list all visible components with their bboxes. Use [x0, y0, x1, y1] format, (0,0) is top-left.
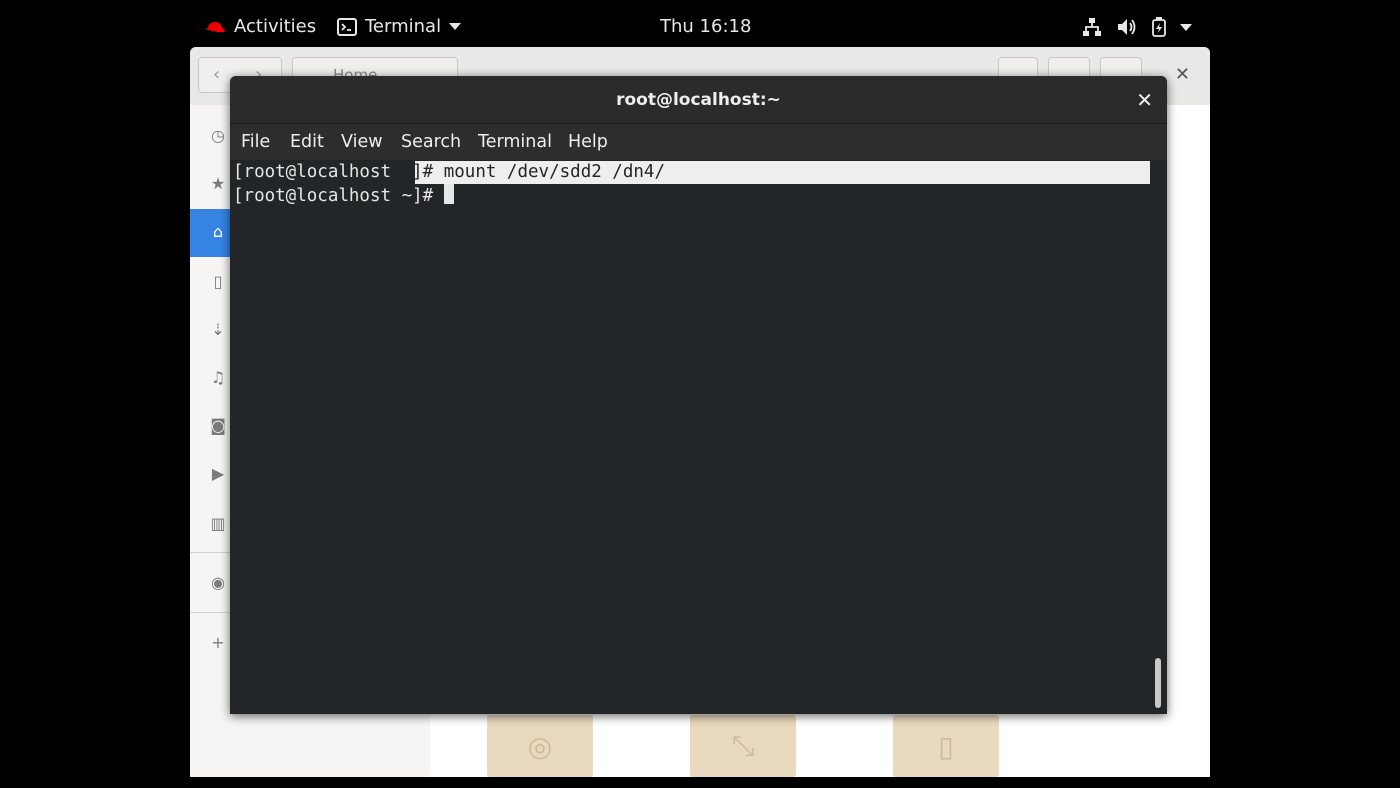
pictures-icon[interactable]: ◙ [208, 415, 228, 435]
window-title: root@localhost:~ [616, 90, 781, 110]
redhat-logo-icon [205, 21, 225, 32]
downloads-icon[interactable]: ⇣ [208, 319, 228, 339]
clock[interactable]: Thu 16:18 [660, 16, 751, 37]
terminal-window[interactable]: root@localhost:~ ✕ File Edit View Search… [230, 76, 1167, 714]
terminal-titlebar[interactable]: root@localhost:~ ✕ [230, 76, 1167, 124]
videos-icon[interactable]: ▶ [208, 463, 228, 483]
sidebar-divider [190, 552, 230, 553]
selected-text: ~]# mount /dev/sdd2 /dn4/ [401, 162, 665, 182]
music-icon[interactable]: ♫ [208, 367, 228, 387]
menu-help[interactable]: Help [568, 132, 608, 152]
close-icon[interactable]: ✕ [1175, 64, 1190, 85]
system-menu[interactable] [1082, 17, 1192, 37]
home-icon[interactable]: ⌂ [208, 221, 228, 241]
menu-terminal[interactable]: Terminal [478, 132, 552, 152]
terminal-app-icon [337, 17, 357, 36]
documents-icon[interactable]: ▯ [208, 271, 228, 291]
menu-edit[interactable]: Edit [290, 132, 324, 152]
activities-label: Activities [234, 16, 317, 37]
close-icon[interactable]: ✕ [1136, 88, 1153, 112]
disc-icon[interactable]: ◉ [208, 572, 228, 592]
menu-file[interactable]: File [241, 132, 270, 152]
activities-button[interactable]: Activities [204, 16, 316, 37]
system-menu-caret-icon [1180, 23, 1192, 31]
starred-icon[interactable]: ★ [208, 173, 228, 193]
menu-view[interactable]: View [341, 132, 383, 152]
app-menu-label: Terminal [365, 16, 442, 37]
trash-icon[interactable]: ▥ [208, 513, 228, 533]
terminal-line: [root@localhost ~]# mount /dev/sdd2 /dn4… [233, 161, 665, 184]
chevron-down-icon [449, 23, 462, 30]
recent-icon[interactable]: ◷ [208, 125, 228, 145]
prompt-text: [root@localhost [233, 162, 402, 182]
prompt-text: [root@localhost ~]# [233, 186, 444, 206]
scrollbar-thumb[interactable] [1155, 658, 1161, 708]
menu-search[interactable]: Search [401, 132, 461, 152]
terminal-line: [root@localhost ~]# [233, 184, 454, 207]
volume-icon [1118, 19, 1136, 35]
sidebar-divider [190, 612, 230, 613]
back-icon[interactable]: ‹ [213, 64, 220, 85]
network-icon [1083, 18, 1101, 36]
terminal-screen[interactable]: [root@localhost ~]# mount /dev/sdd2 /dn4… [230, 160, 1167, 714]
public-folder-icon[interactable]: ⤡ [690, 715, 796, 777]
text-cursor [443, 184, 454, 204]
add-location-icon[interactable]: + [208, 632, 228, 652]
terminal-menubar: File Edit View Search Terminal Help [230, 124, 1167, 160]
battery-icon [1152, 17, 1166, 37]
app-menu[interactable]: Terminal [337, 16, 462, 37]
pictures-folder-icon[interactable]: ◎ [487, 715, 593, 777]
templates-folder-icon[interactable]: ▯ [893, 715, 999, 777]
